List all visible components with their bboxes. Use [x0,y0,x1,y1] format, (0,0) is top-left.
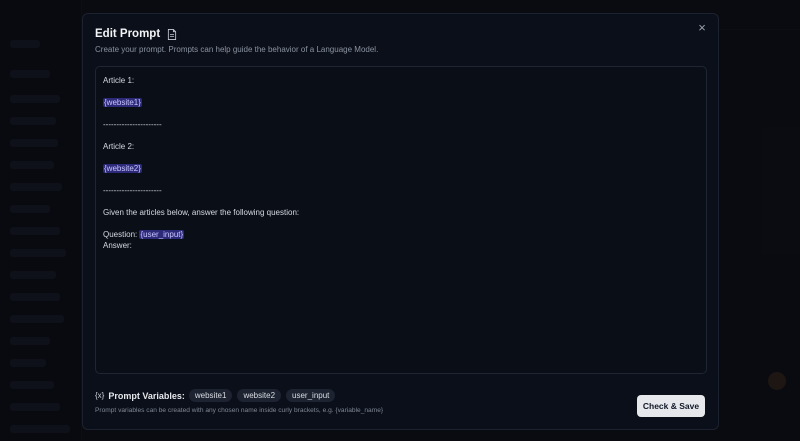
editor-line: Answer: [103,240,699,251]
prompt-variables-label: Prompt Variables: [108,390,185,401]
editor-text: Answer: [103,241,132,250]
variable-highlight: {user_input} [139,230,185,239]
editor-text: Article 1: [103,76,135,85]
document-icon [168,28,177,40]
editor-text: Article 2: [103,142,135,151]
editor-text: Given the articles below, answer the fol… [103,208,300,217]
modal-subtitle: Create your prompt. Prompts can help gui… [95,45,379,54]
variable-highlight: {website2} [103,164,142,173]
editor-text: Question: [103,230,140,239]
check-and-save-button[interactable]: Check & Save [637,395,705,417]
variable-braces-icon: {x} [95,391,105,400]
edit-prompt-modal: × Edit Prompt Create your prompt. Prompt… [82,13,719,430]
editor-text: ---------------------- [103,120,162,129]
editor-line: Article 2: [103,141,699,152]
editor-line: {website2} [103,163,699,174]
editor-line: {website1} [103,97,699,108]
editor-line: Article 1: [103,75,699,86]
editor-line: Given the articles below, answer the fol… [103,207,699,218]
modal-title: Edit Prompt [95,28,161,40]
variable-pill: user_input [286,389,336,402]
variables-hint: Prompt variables can be created with any… [95,407,384,414]
variable-highlight: {website1} [103,98,142,107]
variable-pill: website1 [188,389,233,402]
editor-line: Question: {user_input} [103,229,699,240]
modal-header: Edit Prompt [95,28,177,40]
editor-line: ---------------------- [103,119,699,130]
prompt-variables-row: {x} Prompt Variables: website1 website2 … [95,389,340,402]
editor-text: ---------------------- [103,186,162,195]
editor-line: ---------------------- [103,185,699,196]
prompt-editor[interactable]: Article 1: {website1} --------------------… [95,66,707,374]
close-icon[interactable]: × [694,20,710,36]
variable-pill: website2 [237,389,282,402]
